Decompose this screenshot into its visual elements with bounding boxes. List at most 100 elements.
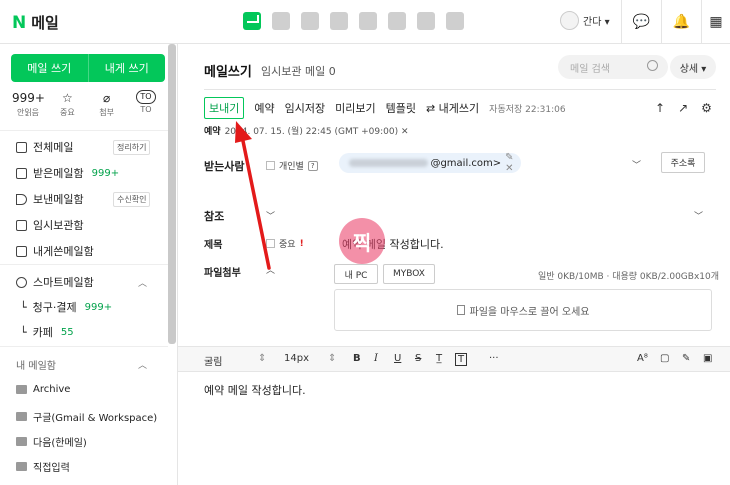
organize-button[interactable]: 정리하기 [113,139,151,155]
recipient-chip[interactable]: @gmail.com> ✎ ✕ [339,152,521,174]
search-input[interactable]: 메일 검색 [558,55,668,79]
chevron-up-icon[interactable]: ︿ [138,358,147,371]
folder-daum[interactable]: 다음(한메일) [16,434,87,449]
home-app-icon[interactable] [417,12,435,30]
office-app-icon[interactable] [446,12,464,30]
grid-icon[interactable]: ▦ [701,0,730,44]
save-draft-button[interactable]: 임시저장 [285,100,325,116]
schedule-datetime[interactable]: 2024. 07. 15. (월) 22:45 (GMT +09:00) ✕ [225,124,409,137]
quick-unread[interactable]: 999+ 안읽음 [12,90,45,118]
file-drop-zone[interactable]: 파일을 마우스로 끌어 오세요 [334,289,712,331]
editor-toolbar: 굴림 ⇕ 14px ⇕ B I U S T̲ T ··· A⁸ ▢ ✎ ▣ [178,346,730,372]
chevron-down-icon[interactable]: ﹀ [694,209,703,222]
draft-icon [16,219,27,231]
folder-custom[interactable]: 직접입력 [16,459,70,474]
spellcheck-icon[interactable]: A⁸ [637,353,648,364]
memo-app-icon[interactable] [301,12,319,30]
template-button[interactable]: 템플릿 [386,100,416,116]
mybox-app-icon[interactable] [359,12,377,30]
mail-body-editor[interactable]: 예약 메일 작성합니다. [204,382,306,398]
chat-icon[interactable]: 💬 [621,0,661,44]
strikethrough-button[interactable]: S [415,353,421,364]
folder-smart[interactable]: 스마트메일함 ︿ [16,274,147,290]
folder-cafe[interactable]: └ 카페 55 [20,324,74,340]
compose-button[interactable]: 메일 쓰기 [11,54,89,82]
quick-to[interactable]: TO TO [130,90,162,118]
text-color-icon[interactable]: T̲ [436,353,442,364]
folder-archive[interactable]: Archive [16,384,70,395]
todo-app-icon[interactable] [388,12,406,30]
folder-drafts[interactable]: 임시보관함 [16,217,84,233]
address-book-button[interactable]: 주소록 [661,152,705,173]
folder-billing[interactable]: └ 청구·결제 999+ [20,299,112,315]
folder-all[interactable]: 전체메일 정리하기 [16,139,151,155]
naver-n-logo: N [12,12,27,33]
more-button[interactable]: ··· [489,353,499,364]
schedule-label: 예약 [204,127,221,137]
my-pc-button[interactable]: 내 PC [334,264,378,284]
inbox-count: 999+ [91,167,120,179]
chevron-down-icon[interactable]: ﹀ [632,158,641,171]
font-family-select[interactable]: 굴림 [204,353,222,368]
important-checkbox[interactable]: 중요 ! [266,237,304,250]
compose-button-group: 메일 쓰기 내게 쓰기 [11,54,165,82]
naver-mail-logo[interactable]: N 메일 [12,12,59,33]
gear-icon[interactable]: ⚙ [701,101,712,115]
bell-icon[interactable]: 🔔 [661,0,701,44]
detail-search-button[interactable]: 상세 ▾ [670,55,716,79]
mybox-button[interactable]: MYBOX [383,264,435,284]
help-icon[interactable]: ? [307,160,318,171]
folder-label: 전체메일 [33,141,74,154]
background-color-icon[interactable]: T [455,353,468,366]
search-icon[interactable] [647,60,658,71]
send-button[interactable]: 보내기 [204,97,245,119]
checkbox-box[interactable] [266,239,275,248]
contacts-app-icon[interactable] [330,12,348,30]
document-icon[interactable]: ▢ [660,353,669,364]
individual-checkbox[interactable]: 개인별 ? [266,159,318,172]
folder-icon [16,412,27,421]
mail-icon [16,141,27,153]
send-to-self-button[interactable]: ⇄ 내게쓰기 [426,100,479,116]
chevron-updown-icon[interactable]: ⇕ [258,353,266,364]
sidebar-scrollbar[interactable] [168,44,176,344]
chevron-updown-icon[interactable]: ⇕ [328,353,336,364]
underline-button[interactable]: U [394,353,401,364]
compose-self-button[interactable]: 내게 쓰기 [89,54,166,82]
my-folders-header[interactable]: 내 메일함 ︿ [16,357,147,372]
folder-inbox[interactable]: 받은메일함 999+ [16,165,119,181]
folder-label: 보낸메일함 [33,193,84,206]
preview-button[interactable]: 미리보기 [335,100,375,116]
image-icon[interactable]: ▣ [703,353,712,364]
individual-label: 개인별 [279,162,304,172]
top-bar: N 메일 간다 ▾ 💬 🔔 ▦ [0,0,730,44]
schedule-button[interactable]: 예약 [254,100,274,116]
drafts-count[interactable]: 임시보관 메일 0 [261,63,336,79]
arrow-up-icon[interactable]: ↑ [655,101,665,115]
quick-important[interactable]: ☆ 중요 [51,90,83,118]
folder-self[interactable]: 내게쓴메일함 [16,243,94,259]
edit-icon[interactable]: ✎ [682,353,690,364]
divider [0,130,168,131]
autosave-status: 자동저장 22:31:06 [489,104,566,115]
chevron-down-icon[interactable]: ﹀ [266,209,275,222]
quick-attachment[interactable]: ⌀ 첨부 [91,90,123,118]
file-plus-icon [456,305,465,315]
font-size-select[interactable]: 14px [284,353,309,364]
italic-button[interactable]: I [374,353,378,364]
mail-app-icon[interactable] [243,12,261,30]
calendar-app-icon[interactable] [272,12,290,30]
chevron-up-icon[interactable]: ︿ [138,276,147,289]
bold-button[interactable]: B [353,353,361,364]
read-receipt-button[interactable]: 수신확인 [113,191,151,207]
compose-panel: 메일쓰기 임시보관 메일 0 메일 검색 상세 ▾ 보내기 예약 임시저장 미리… [178,44,730,485]
folder-google[interactable]: 구글(Gmail & Workspace) [16,409,157,424]
external-link-icon[interactable]: ↗ [678,101,688,115]
chevron-up-icon[interactable]: ︿ [266,263,275,276]
checkbox-box[interactable] [266,161,275,170]
user-menu[interactable]: 간다 ▾ [560,11,610,30]
to-icon: TO [135,90,156,104]
recipient-actions[interactable]: ✎ ✕ [505,152,521,174]
folder-sent[interactable]: 보낸메일함 수신확인 [16,191,151,207]
folder-label: 카페 [32,326,53,339]
